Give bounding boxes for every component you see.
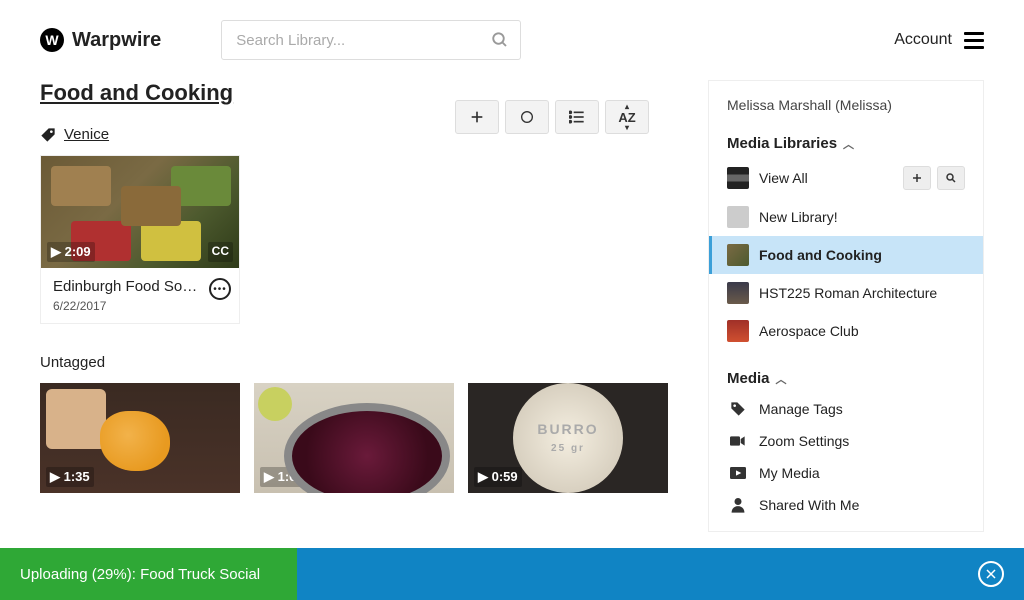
sidebar-item-library[interactable]: Aerospace Club [709,312,983,350]
media-card[interactable]: ▶ 2:09 CC Edinburgh Food Soci… 6/22/2017… [40,155,240,324]
sidebar-item-library[interactable]: HST225 Roman Architecture [709,274,983,312]
search-library-button[interactable] [937,166,965,190]
brand-badge: W [40,28,64,52]
record-button[interactable] [505,100,549,134]
camera-icon [727,435,749,447]
duration-badge: ▶ 1:35 [46,467,94,487]
brand-name: Warpwire [72,29,161,52]
play-icon [727,467,749,479]
tag-link[interactable]: Venice [64,126,109,143]
chevron-up-icon: ︿ [843,136,854,152]
add-button[interactable] [455,100,499,134]
sort-button[interactable]: ▴ AZ ▾ [605,100,649,134]
media-thumbnail[interactable]: ▶ 1:00 [254,383,454,493]
sidebar-item-library[interactable]: Food and Cooking [709,236,983,274]
library-thumb [727,244,749,266]
media-heading[interactable]: Media ︿ [709,364,983,393]
media-title: Edinburgh Food Soci… [53,278,203,295]
duration-badge: ▶ 1:00 [260,467,308,487]
menu-icon[interactable] [964,32,984,49]
duration-badge: ▶ 0:59 [474,467,522,487]
chevron-up-icon: ︿ [776,371,787,387]
section-untagged: Untagged [40,354,678,371]
search-icon[interactable] [491,31,509,49]
media-thumbnail[interactable]: ▶ 1:35 [40,383,240,493]
brand-logo[interactable]: W Warpwire [40,28,161,52]
search-input[interactable] [221,20,521,60]
library-thumb [727,320,749,342]
account-link[interactable]: Account [894,31,952,49]
sidebar-item-shared[interactable]: Shared With Me [709,489,983,521]
sidebar: Melissa Marshall (Melissa) Media Librari… [708,80,984,532]
tag-icon [727,401,749,417]
add-library-button[interactable] [903,166,931,190]
overlay-text: BURRO25 gr [537,421,598,455]
duration-badge: ▶ 2:09 [47,242,95,262]
upload-progress: Uploading (29%): Food Truck Social [0,548,297,600]
list-view-button[interactable] [555,100,599,134]
sidebar-item-library[interactable]: New Library! [709,198,983,236]
media-thumbnail[interactable]: BURRO25 gr ▶ 0:59 [468,383,668,493]
upload-bar: Uploading (29%): Food Truck Social [0,548,1024,600]
library-thumb [727,282,749,304]
sidebar-item-view-all[interactable]: View All [709,158,983,198]
more-options-button[interactable]: ••• [209,278,231,300]
libraries-heading[interactable]: Media Libraries ︿ [709,129,983,158]
sidebar-item-my-media[interactable]: My Media [709,457,983,489]
stack-icon [727,167,749,189]
sidebar-item-manage-tags[interactable]: Manage Tags [709,393,983,425]
cc-badge: CC [208,242,233,262]
user-label: Melissa Marshall (Melissa) [709,81,983,129]
close-icon[interactable] [978,561,1004,587]
media-thumbnail[interactable]: ▶ 2:09 CC [41,156,239,268]
library-thumb [727,206,749,228]
tag-icon [40,127,56,143]
media-date: 6/22/2017 [53,299,229,313]
person-icon [727,497,749,513]
sidebar-item-zoom-settings[interactable]: Zoom Settings [709,425,983,457]
